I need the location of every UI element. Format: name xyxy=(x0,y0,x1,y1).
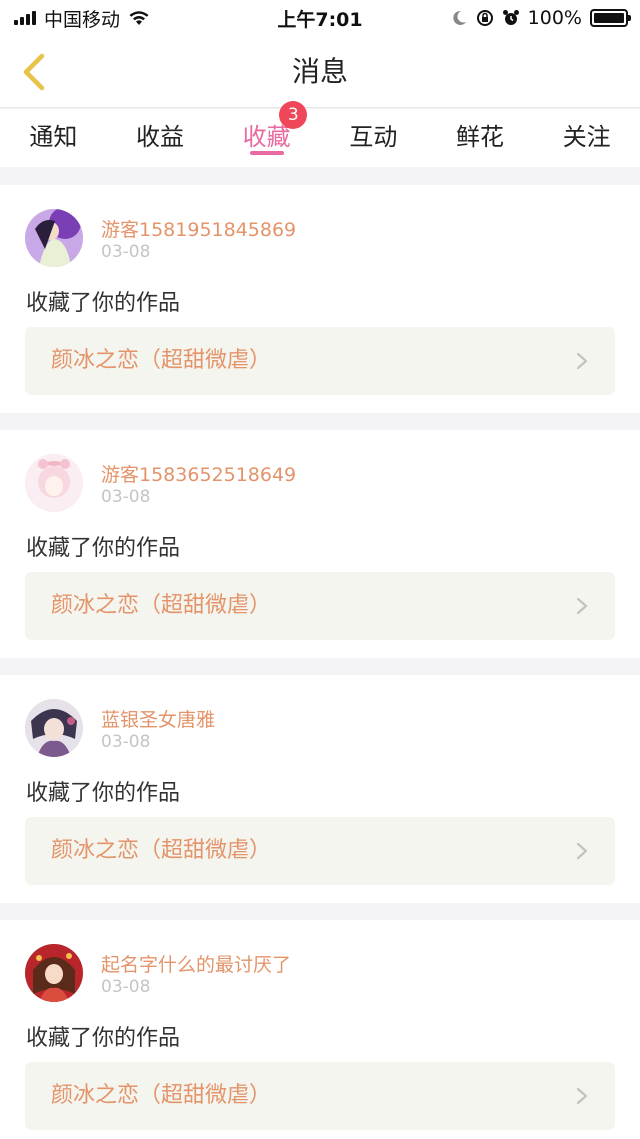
message-date: 03-08 xyxy=(101,732,151,752)
message-date: 03-08 xyxy=(101,242,151,262)
avatar[interactable] xyxy=(25,454,83,512)
page-title: 消息 xyxy=(291,55,348,88)
work-link[interactable]: 颜冰之恋（超甜微虐） xyxy=(25,327,615,395)
nav-bar: 消息 xyxy=(0,36,640,108)
work-title: 颜冰之恋（超甜微虐） xyxy=(51,1083,272,1108)
work-title: 颜冰之恋（超甜微虐） xyxy=(51,593,272,618)
tab-label: 通知 xyxy=(29,123,78,151)
tab-interactions[interactable]: 互动 xyxy=(320,109,427,167)
status-right: 100% xyxy=(450,7,631,29)
tab-notifications[interactable]: 通知 xyxy=(0,109,107,167)
username[interactable]: 起名字什么的最讨厌了 xyxy=(101,950,291,977)
action-text: 收藏了你的作品 xyxy=(26,291,181,316)
message-card: 蓝银圣女唐雅 03-08 收藏了你的作品 颜冰之恋（超甜微虐） xyxy=(0,675,640,903)
action-text: 收藏了你的作品 xyxy=(26,536,181,561)
work-title: 颜冰之恋（超甜微虐） xyxy=(51,348,272,373)
alarm-icon xyxy=(502,10,519,25)
wifi-icon xyxy=(129,11,149,25)
chevron-right-icon xyxy=(576,597,588,615)
message-card: 游客1581951845869 03-08 收藏了你的作品 颜冰之恋（超甜微虐） xyxy=(0,185,640,413)
moon-icon xyxy=(452,10,466,25)
status-left: 中国移动 xyxy=(14,5,150,32)
message-date: 03-08 xyxy=(101,487,151,507)
rotation-lock-icon xyxy=(476,10,493,26)
action-text: 收藏了你的作品 xyxy=(26,781,181,806)
message-date: 03-08 xyxy=(101,977,151,997)
tab-label: 收益 xyxy=(136,123,184,151)
tab-following[interactable]: 关注 xyxy=(533,109,640,167)
carrier-name: 中国移动 xyxy=(44,8,121,31)
tab-earnings[interactable]: 收益 xyxy=(107,109,214,167)
message-card: 起名字什么的最讨厌了 03-08 收藏了你的作品 颜冰之恋（超甜微虐） xyxy=(0,920,640,1139)
chevron-right-icon xyxy=(576,842,588,860)
avatar[interactable] xyxy=(25,944,83,1002)
avatar[interactable] xyxy=(25,209,83,267)
message-card: 游客1583652518649 03-08 收藏了你的作品 颜冰之恋（超甜微虐） xyxy=(0,430,640,658)
work-link[interactable]: 颜冰之恋（超甜微虐） xyxy=(25,572,615,640)
status-bar: 中国移动 上午7:01 100% xyxy=(0,0,640,36)
work-title: 颜冰之恋（超甜微虐） xyxy=(51,838,272,863)
tab-label: 鲜花 xyxy=(456,123,505,151)
active-tab-indicator xyxy=(249,151,284,155)
action-text: 收藏了你的作品 xyxy=(26,1026,181,1051)
tab-label: 关注 xyxy=(562,123,611,151)
username[interactable]: 游客1583652518649 xyxy=(101,460,296,487)
work-link[interactable]: 颜冰之恋（超甜微虐） xyxy=(25,1062,615,1130)
username[interactable]: 游客1581951845869 xyxy=(101,215,296,242)
username[interactable]: 蓝银圣女唐雅 xyxy=(101,705,215,732)
chevron-right-icon xyxy=(576,1087,588,1105)
tab-label: 互动 xyxy=(349,123,398,151)
work-link[interactable]: 颜冰之恋（超甜微虐） xyxy=(25,817,615,885)
battery-percent: 100% xyxy=(527,7,582,29)
battery-icon xyxy=(590,9,631,27)
unread-badge: 3 xyxy=(279,101,308,129)
tab-label: 收藏 xyxy=(242,123,291,151)
chevron-right-icon xyxy=(576,352,588,370)
signal-icon xyxy=(14,11,36,25)
tab-bar: 通知 收益 收藏 3 互动 鲜花 关注 xyxy=(0,101,640,167)
tab-flowers[interactable]: 鲜花 xyxy=(427,109,534,167)
avatar[interactable] xyxy=(25,699,83,757)
tab-favorites[interactable]: 收藏 3 xyxy=(213,101,320,167)
